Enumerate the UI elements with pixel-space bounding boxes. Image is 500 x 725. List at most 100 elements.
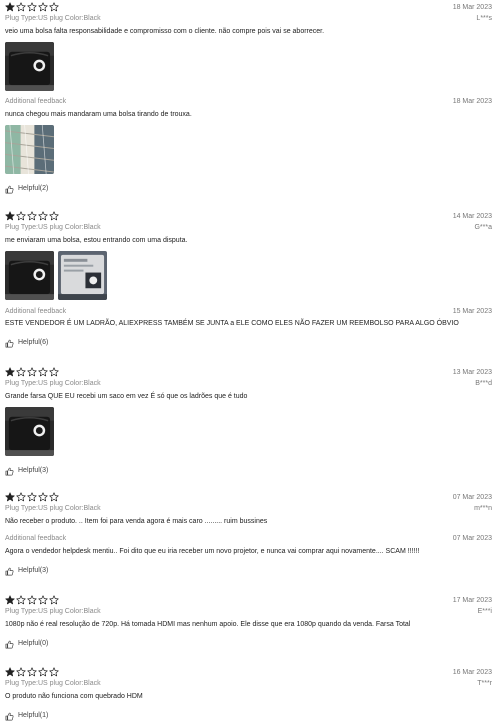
additional-feedback-text: ESTE VENDEDOR É UM LADRÃO, ALIEXPRESS TA…: [5, 320, 459, 327]
rating-stars: [5, 211, 59, 221]
review-text: Grande farsa QUE EU recebi um saco em ve…: [5, 393, 248, 400]
reviewer-name: B***d: [475, 380, 492, 387]
star-filled-icon: [5, 595, 15, 605]
review-photos: [5, 42, 492, 91]
helpful-button[interactable]: Helpful(2): [5, 184, 492, 194]
star-empty-icon: [27, 211, 37, 221]
reviewer-name: m***n: [474, 505, 492, 512]
product-options: Plug Type:US plug Color:Black: [5, 224, 101, 231]
review-text: Não receber o produto. .. Item foi para …: [5, 518, 268, 525]
additional-feedback-label: Additional feedback: [5, 98, 67, 105]
product-options: Plug Type:US plug Color:Black: [5, 505, 101, 512]
additional-feedback-label: Additional feedback: [5, 308, 67, 315]
thumbs-up-icon: [5, 712, 14, 721]
helpful-button[interactable]: Helpful(6): [5, 338, 492, 348]
rating-stars: [5, 367, 59, 377]
helpful-count: Helpful(3): [18, 567, 49, 574]
review-card: 13 Mar 2023 Plug Type:US plug Color:Blac…: [5, 367, 492, 476]
star-empty-icon: [16, 211, 26, 221]
star-empty-icon: [49, 492, 59, 502]
star-empty-icon: [49, 2, 59, 12]
review-card: 07 Mar 2023 Plug Type:US plug Color:Blac…: [5, 492, 492, 576]
review-date: 07 Mar 2023: [452, 494, 492, 501]
star-empty-icon: [27, 595, 37, 605]
star-empty-icon: [16, 595, 26, 605]
review-text: 1080p não é real resolução de 720p. Há t…: [5, 621, 411, 628]
additional-feedback-label: Additional feedback: [5, 535, 67, 542]
product-options: Plug Type:US plug Color:Black: [5, 380, 101, 387]
review-photos: [5, 251, 492, 300]
reviewer-name: E***i: [477, 608, 492, 615]
star-empty-icon: [38, 667, 48, 677]
additional-feedback-photos: [5, 125, 492, 174]
star-empty-icon: [16, 2, 26, 12]
star-empty-icon: [49, 595, 59, 605]
star-empty-icon: [38, 595, 48, 605]
reviewer-name: T***r: [477, 680, 492, 687]
helpful-count: Helpful(0): [18, 640, 49, 647]
star-empty-icon: [27, 367, 37, 377]
review-photo-thumbnail[interactable]: [5, 407, 54, 456]
star-empty-icon: [16, 492, 26, 502]
helpful-count: Helpful(1): [18, 712, 49, 719]
star-empty-icon: [49, 367, 59, 377]
star-empty-icon: [38, 2, 48, 12]
additional-feedback-text: Agora o vendedor helpdesk mentiu.. Foi d…: [5, 548, 420, 555]
review-date: 16 Mar 2023: [452, 669, 492, 676]
star-filled-icon: [5, 492, 15, 502]
rating-stars: [5, 492, 59, 502]
rating-stars: [5, 667, 59, 677]
thumbs-up-icon: [5, 185, 14, 194]
star-filled-icon: [5, 667, 15, 677]
review-date: 18 Mar 2023: [452, 4, 492, 11]
star-empty-icon: [38, 492, 48, 502]
review-text: veio uma bolsa falta responsabilidade e …: [5, 28, 325, 35]
star-empty-icon: [27, 2, 37, 12]
product-options: Plug Type:US plug Color:Black: [5, 680, 101, 687]
star-empty-icon: [27, 492, 37, 502]
reviewer-name: L***s: [476, 15, 492, 22]
helpful-button[interactable]: Helpful(3): [5, 466, 492, 476]
review-date: 14 Mar 2023: [452, 213, 492, 220]
review-text: me enviaram uma bolsa, estou entrando co…: [5, 237, 188, 244]
additional-feedback-date: 15 Mar 2023: [452, 308, 492, 315]
review-date: 13 Mar 2023: [452, 369, 492, 376]
review-photos: [5, 407, 492, 456]
product-options: Plug Type:US plug Color:Black: [5, 608, 101, 615]
reviewer-name: G***a: [474, 224, 492, 231]
star-empty-icon: [16, 367, 26, 377]
star-filled-icon: [5, 2, 15, 12]
review-photo-thumbnail[interactable]: [5, 251, 54, 300]
star-filled-icon: [5, 211, 15, 221]
thumbs-up-icon: [5, 467, 14, 476]
helpful-count: Helpful(3): [18, 467, 49, 474]
additional-feedback-date: 18 Mar 2023: [452, 98, 492, 105]
helpful-count: Helpful(6): [18, 339, 49, 346]
review-card: 18 Mar 2023 Plug Type:US plug Color:Blac…: [5, 2, 492, 194]
review-photo-thumbnail[interactable]: [5, 125, 54, 174]
rating-stars: [5, 2, 59, 12]
review-card: 16 Mar 2023 Plug Type:US plug Color:Blac…: [5, 667, 492, 721]
star-empty-icon: [49, 667, 59, 677]
review-date: 17 Mar 2023: [452, 597, 492, 604]
star-filled-icon: [5, 367, 15, 377]
helpful-button[interactable]: Helpful(1): [5, 711, 492, 721]
review-text: O produto não funciona com quebrado HDM: [5, 693, 143, 700]
thumbs-up-icon: [5, 640, 14, 649]
review-photo-thumbnail[interactable]: [5, 42, 54, 91]
additional-feedback-date: 07 Mar 2023: [452, 535, 492, 542]
star-empty-icon: [49, 211, 59, 221]
star-empty-icon: [38, 211, 48, 221]
rating-stars: [5, 595, 59, 605]
review-photo-thumbnail[interactable]: [58, 251, 107, 300]
helpful-button[interactable]: Helpful(0): [5, 639, 492, 649]
star-empty-icon: [38, 367, 48, 377]
helpful-button[interactable]: Helpful(3): [5, 566, 492, 576]
thumbs-up-icon: [5, 339, 14, 348]
additional-feedback-text: nunca chegou mais mandaram uma bolsa tir…: [5, 111, 192, 118]
star-empty-icon: [16, 667, 26, 677]
product-options: Plug Type:US plug Color:Black: [5, 15, 101, 22]
thumbs-up-icon: [5, 567, 14, 576]
review-card: 17 Mar 2023 Plug Type:US plug Color:Blac…: [5, 595, 492, 649]
star-empty-icon: [27, 667, 37, 677]
